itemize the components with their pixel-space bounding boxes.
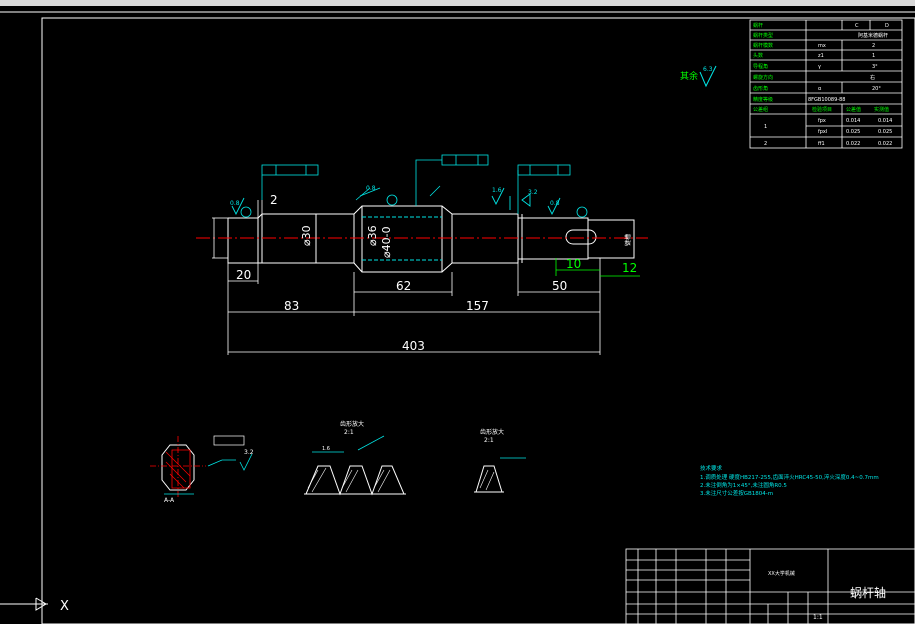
tech-title: 技术要求 [700,464,723,472]
tooth-label: 齿形放大 [340,420,364,428]
param-r1c2: 阿基米德蜗杆 [858,32,888,39]
cad-drawing-canvas[interactable]: 蜗杆 C D 蜗杆类型 阿基米德蜗杆 蜗杆模数 mx 2 头数 z1 1 导程角… [0,0,915,624]
param-r6c0: 齿形角 [753,85,768,92]
section-ab-label: A-A [164,497,175,504]
param-r10c2: 0.025 [846,129,860,135]
rest-roughness-note: 其余 6.3 [680,65,717,88]
param-r4c0: 导程角 [753,63,768,70]
param-r4c1: γ [818,64,821,70]
param-r7c2: 8FGB10089-88 [808,97,845,103]
ucs-x-label: X [60,599,69,614]
param-r9c1: fpx [818,118,826,124]
ucs-icon [0,597,48,611]
drawing-scale: 1:1 [813,614,823,621]
drawing-company: XX大学机械 [768,570,795,577]
dim-10: 10 [566,257,581,271]
param-r9c2: 0.014 [846,118,860,124]
technical-requirements: 技术要求 1.调质处理 硬度HB217-255,齿面淬火HRC45-50,淬火深… [700,464,879,497]
dim-12: 12 [622,261,637,275]
param-r9c3: 0.014 [878,118,892,124]
param-r5c2: 右 [870,74,875,81]
param-r8c2: 公差值 [846,106,861,113]
tooth-profile-view-2: 齿形放大 2:1 [474,428,526,493]
param-r10c3: 0.025 [878,129,892,135]
param-r6c1: α [818,86,822,92]
dim-403: 403 [402,339,425,353]
tooth2-scale: 2:1 [484,437,494,444]
param-r8c0: 公差组 [753,106,768,113]
roughness-symbols [231,187,561,216]
param-r5c0: 螺旋方向 [753,74,773,81]
param-r6c3: 20° [872,86,881,92]
dim-phi40: ⌀40-0 [380,226,393,258]
drawing-name: 蜗杆轴 [850,585,886,600]
param-r7c0: 精度等级 [753,96,773,103]
param-r11c1: ff1 [818,141,825,147]
parameter-table-text: 蜗杆 C D 蜗杆类型 阿基米德蜗杆 蜗杆模数 mx 2 头数 z1 1 导程角… [753,22,892,147]
dim-157: 157 [466,299,489,313]
rest-label: 其余 [680,70,698,82]
rough-32a: 3.2 [528,189,538,196]
rough-08a: 0.8 [230,200,240,207]
dim-83: 83 [284,299,299,313]
tolerance-frames [240,154,588,218]
dim-62: 62 [396,279,411,293]
dim-50: 50 [552,279,567,293]
param-r9c0: 1 [764,124,767,130]
rough-08c: 0.8 [550,200,560,207]
tooth2-label: 齿形放大 [480,428,504,436]
section-a-a: 3.2 A-A [150,435,254,504]
tech-line-3: 3.未注尺寸公差按GB1804-m [700,489,773,497]
tech-line-1: 1.调质处理 硬度HB217-255,齿面淬火HRC45-50,淬火深度0.4~… [700,473,879,481]
tooth-rough-tag: 1.6 [322,446,330,452]
param-r2c3: 2 [872,43,875,49]
param-r0c3: D [885,23,889,29]
dim-phi36: ⌀36 [366,225,379,246]
param-r3c3: 1 [872,53,875,59]
rough-16: 1.6 [492,187,502,194]
param-r4c3: 3° [872,64,878,70]
param-r0c0: 蜗杆 [753,22,763,29]
param-r2c1: mx [818,43,826,49]
param-r3c0: 头数 [753,52,763,59]
param-r2c0: 蜗杆模数 [753,42,773,49]
param-r8c3: 实测值 [874,106,889,113]
dimension-lines [212,200,601,355]
param-r8c1: 检验项目 [812,106,832,113]
param-r10c1: fpxl [818,129,827,135]
param-r0c2: C [855,23,859,29]
param-r11c2: 0.022 [846,141,860,147]
param-r11c3: 0.022 [878,141,892,147]
tech-line-2: 2.未注倒角为1×45°,未注圆角R0.5 [700,481,787,489]
dim-2: 2 [270,193,278,207]
tooth-scale: 2:1 [344,429,354,436]
dim-key: 键槽 [624,234,632,246]
rest-value: 6.3 [703,66,713,73]
dim-20: 20 [236,268,251,282]
section-rough-32: 3.2 [244,449,254,456]
param-r11c0: 2 [764,141,767,147]
param-r1c0: 蜗杆类型 [753,32,773,39]
rough-08b: 0.8 [366,185,376,192]
param-r3c1: z1 [818,53,824,59]
tooth-profile-view: 齿形放大 2:1 1.6 [304,420,406,496]
dim-phi30: ⌀30 [300,225,313,246]
